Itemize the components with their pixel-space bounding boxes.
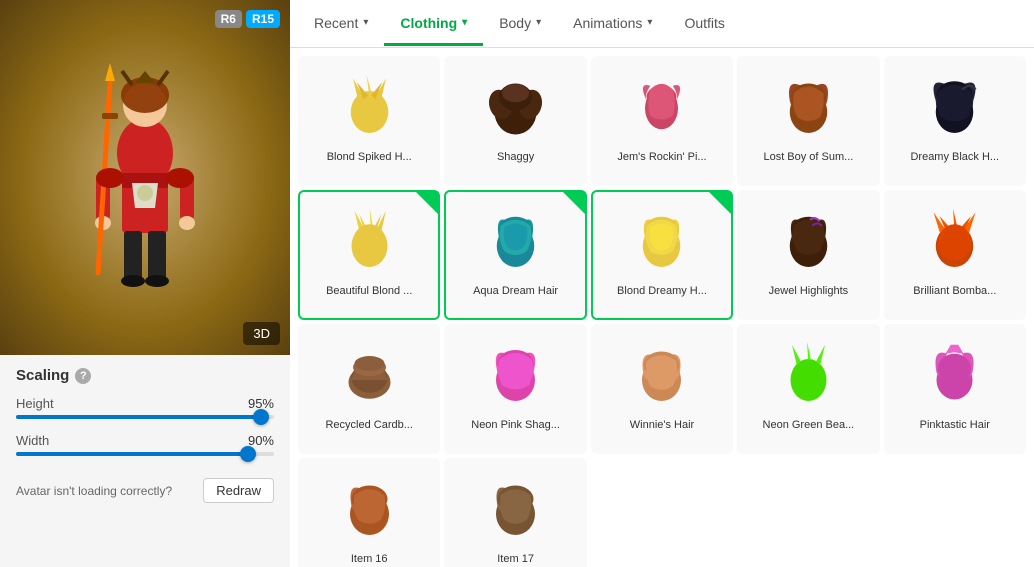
item-name-9: Brilliant Bomba... [913,284,996,298]
item-image-14 [915,332,995,412]
nav-tab-label-1: Clothing [400,15,457,31]
height-fill [16,415,261,419]
item-card-1[interactable]: Shaggy [444,56,586,186]
item-card-4[interactable]: Dreamy Black H... [884,56,1026,186]
item-card-16[interactable]: Item 17 [444,458,586,567]
nav-tab-label-3: Animations [573,15,642,31]
width-track[interactable] [16,452,274,456]
nav-tabs: Recent ▾ Clothing ▾ Body ▾ Animations ▾ Outfits [290,0,1034,48]
item-name-10: Recycled Cardb... [325,418,412,432]
item-image-9 [915,198,995,278]
item-image-6 [476,198,556,278]
item-name-0: Blond Spiked H... [327,150,412,164]
item-card-6[interactable]: Aqua Dream Hair [444,190,586,320]
item-card-10[interactable]: Recycled Cardb... [298,324,440,454]
item-name-13: Neon Green Bea... [763,418,855,432]
width-slider-row: Width 90% [16,433,274,456]
item-name-2: Jem's Rockin' Pi... [617,150,706,164]
item-image-2 [622,64,702,144]
width-thumb[interactable] [240,446,256,462]
avatar-badges: R6 R15 [215,10,280,28]
item-image-0 [329,64,409,144]
item-name-3: Lost Boy of Sum... [763,150,853,164]
item-name-4: Dreamy Black H... [910,150,999,164]
item-image-16 [476,466,556,546]
item-name-16: Item 17 [497,552,534,566]
badge-r6[interactable]: R6 [215,10,242,28]
nav-tab-recent[interactable]: Recent ▾ [298,3,384,46]
item-card-3[interactable]: Lost Boy of Sum... [737,56,879,186]
item-card-13[interactable]: Neon Green Bea... [737,324,879,454]
nav-tab-outfits[interactable]: Outfits [668,3,740,46]
item-card-15[interactable]: Item 16 [298,458,440,567]
scaling-label: Scaling [16,367,69,384]
item-image-15 [329,466,409,546]
item-card-2[interactable]: Jem's Rockin' Pi... [591,56,733,186]
avatar-error-row: Avatar isn't loading correctly? Redraw [16,470,274,503]
item-name-11: Neon Pink Shag... [471,418,560,432]
item-image-13 [768,332,848,412]
btn-3d[interactable]: 3D [243,322,280,345]
item-image-8 [768,198,848,278]
nav-tab-label-2: Body [499,15,531,31]
item-image-4 [915,64,995,144]
item-card-7[interactable]: Blond Dreamy H... [591,190,733,320]
item-card-12[interactable]: Winnie's Hair [591,324,733,454]
badge-r15[interactable]: R15 [246,10,280,28]
left-panel: R6 R15 [0,0,290,567]
nav-tab-body[interactable]: Body ▾ [483,3,557,46]
nav-tab-label-4: Outfits [684,15,724,31]
item-name-7: Blond Dreamy H... [617,284,707,298]
item-card-9[interactable]: Brilliant Bomba... [884,190,1026,320]
nav-tab-chevron-1: ▾ [462,17,467,28]
item-name-8: Jewel Highlights [769,284,848,298]
nav-tab-chevron-2: ▾ [536,17,541,28]
item-image-1 [476,64,556,144]
width-value: 90% [248,433,274,448]
item-image-3 [768,64,848,144]
avatar-viewport: R6 R15 [0,0,290,355]
redraw-button[interactable]: Redraw [203,478,274,503]
item-card-14[interactable]: Pinktastic Hair [884,324,1026,454]
item-image-5 [329,198,409,278]
item-name-6: Aqua Dream Hair [473,284,558,298]
item-image-11 [476,332,556,412]
item-name-5: Beautiful Blond ... [326,284,412,298]
height-label: Height [16,396,54,411]
item-name-14: Pinktastic Hair [920,418,990,432]
avatar-figure [80,33,210,323]
item-name-12: Winnie's Hair [630,418,694,432]
nav-tab-clothing[interactable]: Clothing ▾ [384,3,483,46]
nav-tab-chevron-3: ▾ [647,17,652,28]
width-fill [16,452,248,456]
avatar-error-text: Avatar isn't loading correctly? [16,484,172,498]
item-name-1: Shaggy [497,150,534,164]
items-grid-container[interactable]: Blond Spiked H... Shaggy Jem's Rockin' P… [290,48,1034,567]
item-image-10 [329,332,409,412]
right-panel: Recent▾Clothing▾Body▾Animations▾Outfits … [290,0,1034,567]
item-card-5[interactable]: Beautiful Blond ... [298,190,440,320]
item-name-15: Item 16 [351,552,388,566]
item-image-7 [622,198,702,278]
width-label: Width [16,433,49,448]
item-card-11[interactable]: Neon Pink Shag... [444,324,586,454]
item-card-8[interactable]: Jewel Highlights [737,190,879,320]
height-slider-row: Height 95% [16,396,274,419]
height-track[interactable] [16,415,274,419]
height-thumb[interactable] [253,409,269,425]
scaling-section: Scaling ? Height 95% Width 90% [0,355,290,567]
scaling-title: Scaling ? [16,367,274,384]
nav-tab-animations[interactable]: Animations ▾ [557,3,668,46]
items-grid: Blond Spiked H... Shaggy Jem's Rockin' P… [298,56,1026,567]
item-image-12 [622,332,702,412]
nav-tab-chevron-0: ▾ [363,17,368,28]
item-card-0[interactable]: Blond Spiked H... [298,56,440,186]
nav-tab-label-0: Recent [314,15,358,31]
scaling-info-icon[interactable]: ? [75,368,91,384]
